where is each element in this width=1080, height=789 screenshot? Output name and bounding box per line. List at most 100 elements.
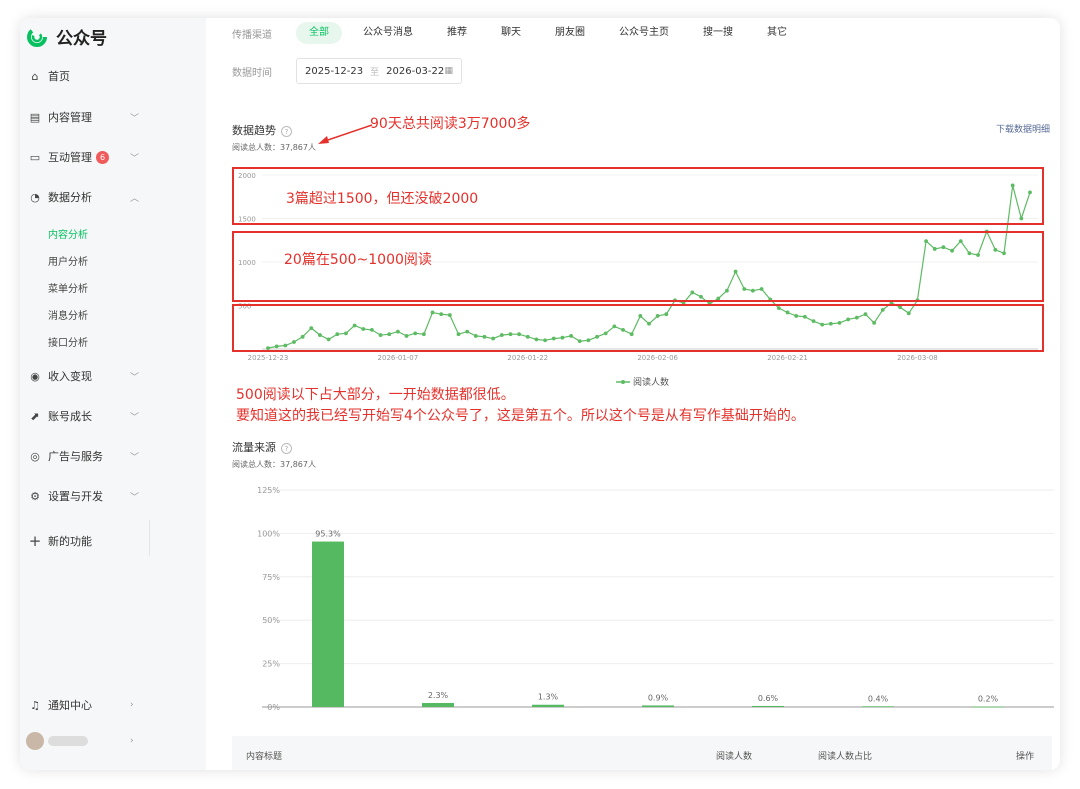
content-analysis-panel: 传播渠道 全部 公众号消息 推荐 聊天 朋友圈 公众号主页 搜一搜 其它 数据时… <box>206 18 1060 770</box>
date-filter: 数据时间 2025-12-23 至 2026-03-22 ▦ <box>232 58 462 84</box>
sidebar-item-ads-services[interactable]: ◎ 广告与服务 ﹀ <box>20 442 206 470</box>
channel-moments[interactable]: 朋友圈 <box>542 22 598 44</box>
main-content: 传播渠道 全部 公众号消息 推荐 聊天 朋友圈 公众号主页 搜一搜 其它 数据时… <box>206 18 1060 770</box>
wechat-official-logo-icon <box>27 26 47 47</box>
sidebar-item-label: 账号成长 <box>48 410 92 423</box>
gear-icon: ⚙ <box>30 489 40 503</box>
account-name-blurred <box>48 736 88 746</box>
sidebar: 公众号 ⌂ 首页 ▤ 内容管理 ﹀ ▭ 互动管理 6 ﹀ ◔ 数据分析 ︿ 内容分… <box>20 18 206 770</box>
traffic-source-chart: 125%100%75%50%25%0%95.3%推荐2.3%聊天会话1.3%公众… <box>257 486 1054 712</box>
sidebar-subitem-content-analysis[interactable]: 内容分析 <box>48 226 88 241</box>
column-actions: 操作 <box>1016 752 1035 762</box>
chevron-down-icon: ﹀ <box>130 492 140 503</box>
annotation-under-500-line2: 要知道这的我已经写开始写4个公众号了，这是第五个。所以这个号是从有写作基础开始的… <box>236 408 805 424</box>
channel-other[interactable]: 其它 <box>754 22 800 44</box>
y-tick-label: 50% <box>262 616 280 625</box>
annotation-under-500-line1: 500阅读以下占大部分，一开始数据都很低。 <box>236 387 515 403</box>
y-tick-label: 100% <box>257 529 280 538</box>
sidebar-item-label: 收入变现 <box>48 370 92 383</box>
home-icon: ⌂ <box>31 69 39 83</box>
sidebar-item-label: 设置与开发 <box>48 490 103 503</box>
bar-value-label: 0.4% <box>868 694 889 703</box>
y-tick-label: 0% <box>267 703 280 712</box>
chart-legend[interactable]: 阅读人数 <box>616 375 669 388</box>
sidebar-item-new-features[interactable]: + 新的功能 <box>20 527 206 555</box>
channel-all[interactable]: 全部 <box>296 22 342 44</box>
plus-icon: + <box>28 532 42 550</box>
sidebar-item-data-analysis[interactable]: ◔ 数据分析 ︿ <box>20 183 206 211</box>
sidebar-item-interaction[interactable]: ▭ 互动管理 6 ﹀ <box>20 143 206 171</box>
annotation-over-1500: 3篇超过1500，但还没破2000 <box>286 191 479 207</box>
x-tick-label: 2026-02-21 <box>767 354 808 362</box>
bar <box>312 541 344 707</box>
unread-badge: 6 <box>96 151 109 164</box>
column-readers[interactable]: 阅读人数 <box>716 749 752 762</box>
pie-chart-icon: ◔ <box>30 190 40 204</box>
channel-account-message[interactable]: 公众号消息 <box>350 22 426 44</box>
document-icon: ▤ <box>29 110 41 124</box>
sidebar-item-account-growth[interactable]: ⬈ 账号成长 ﹀ <box>20 402 206 430</box>
annotation-500-1000: 20篇在500~1000阅读 <box>284 252 432 268</box>
app-window: 公众号 ⌂ 首页 ▤ 内容管理 ﹀ ▭ 互动管理 6 ﹀ ◔ 数据分析 ︿ 内容分… <box>20 18 1060 770</box>
chevron-right-icon: › <box>130 700 134 710</box>
help-icon[interactable]: ? <box>281 126 292 137</box>
date-separator: 至 <box>370 67 380 78</box>
date-filter-label: 数据时间 <box>232 67 272 79</box>
chevron-down-icon: ﹀ <box>130 153 140 164</box>
bar-value-label: 0.2% <box>978 695 999 704</box>
bar <box>972 706 1004 708</box>
end-date: 2026-03-22 <box>386 65 445 77</box>
bell-icon: ♫ <box>30 698 40 712</box>
sidebar-item-notifications[interactable]: ♫ 通知中心 › <box>20 691 206 719</box>
download-details-link[interactable]: 下载数据明细 <box>996 122 1050 135</box>
annotation-arrow-icon <box>318 124 373 144</box>
chevron-up-icon: ︿ <box>130 193 140 204</box>
traffic-source-title: 流量来源? <box>232 439 292 455</box>
bar <box>532 704 564 707</box>
sidebar-item-label: 数据分析 <box>48 191 92 204</box>
channel-homepage[interactable]: 公众号主页 <box>606 22 682 44</box>
sidebar-subitem-user-analysis[interactable]: 用户分析 <box>48 253 88 268</box>
sidebar-subitem-api-analysis[interactable]: 接口分析 <box>48 334 88 349</box>
coin-icon: ◉ <box>30 369 40 383</box>
chevron-down-icon: ﹀ <box>130 412 140 423</box>
sidebar-item-label: 互动管理 6 <box>48 149 109 165</box>
sidebar-item-label: 通知中心 <box>48 699 92 712</box>
compass-icon: ◎ <box>30 449 40 463</box>
chevron-down-icon: ﹀ <box>130 372 140 383</box>
x-tick-label: 2026-02-06 <box>637 354 678 362</box>
bar-value-label: 1.3% <box>538 693 559 702</box>
trend-title: 数据趋势? <box>232 122 292 138</box>
channel-chat[interactable]: 聊天 <box>488 22 534 44</box>
channel-filter: 传播渠道 全部 公众号消息 推荐 聊天 朋友圈 公众号主页 搜一搜 其它 <box>232 22 808 44</box>
help-icon[interactable]: ? <box>281 443 292 454</box>
sidebar-subitem-message-analysis[interactable]: 消息分析 <box>48 307 88 322</box>
legend-label: 阅读人数 <box>633 378 670 388</box>
growth-icon: ⬈ <box>30 409 40 423</box>
app-logo[interactable]: 公众号 <box>26 24 107 49</box>
sidebar-item-label: 广告与服务 <box>48 450 103 463</box>
calendar-icon: ▦ <box>444 66 453 76</box>
bar-value-label: 0.6% <box>758 694 779 703</box>
channel-filter-label: 传播渠道 <box>232 29 272 41</box>
chevron-down-icon: ﹀ <box>130 452 140 463</box>
account-switcher[interactable]: › <box>20 727 206 755</box>
bar <box>752 705 784 707</box>
column-readers-ratio[interactable]: 阅读人数占比 <box>818 749 872 762</box>
bar-value-label: 0.9% <box>648 693 669 702</box>
bar-value-label: 95.3% <box>315 530 341 539</box>
x-tick-label: 2026-01-22 <box>507 354 548 362</box>
sidebar-item-settings[interactable]: ⚙ 设置与开发 ﹀ <box>20 482 206 510</box>
date-range-picker[interactable]: 2025-12-23 至 2026-03-22 ▦ <box>296 58 462 84</box>
sidebar-subitem-menu-analysis[interactable]: 菜单分析 <box>48 280 88 295</box>
channel-recommend[interactable]: 推荐 <box>434 22 480 44</box>
start-date: 2025-12-23 <box>305 65 364 77</box>
sidebar-item-label: 内容管理 <box>48 111 92 124</box>
sidebar-item-content-management[interactable]: ▤ 内容管理 ﹀ <box>20 103 206 131</box>
sidebar-item-home[interactable]: ⌂ 首页 <box>20 62 206 90</box>
channel-search[interactable]: 搜一搜 <box>690 22 746 44</box>
y-tick-label: 75% <box>262 573 280 582</box>
sidebar-item-monetization[interactable]: ◉ 收入变现 ﹀ <box>20 362 206 390</box>
chevron-down-icon: ﹀ <box>130 113 140 124</box>
y-tick-label: 25% <box>262 660 280 669</box>
